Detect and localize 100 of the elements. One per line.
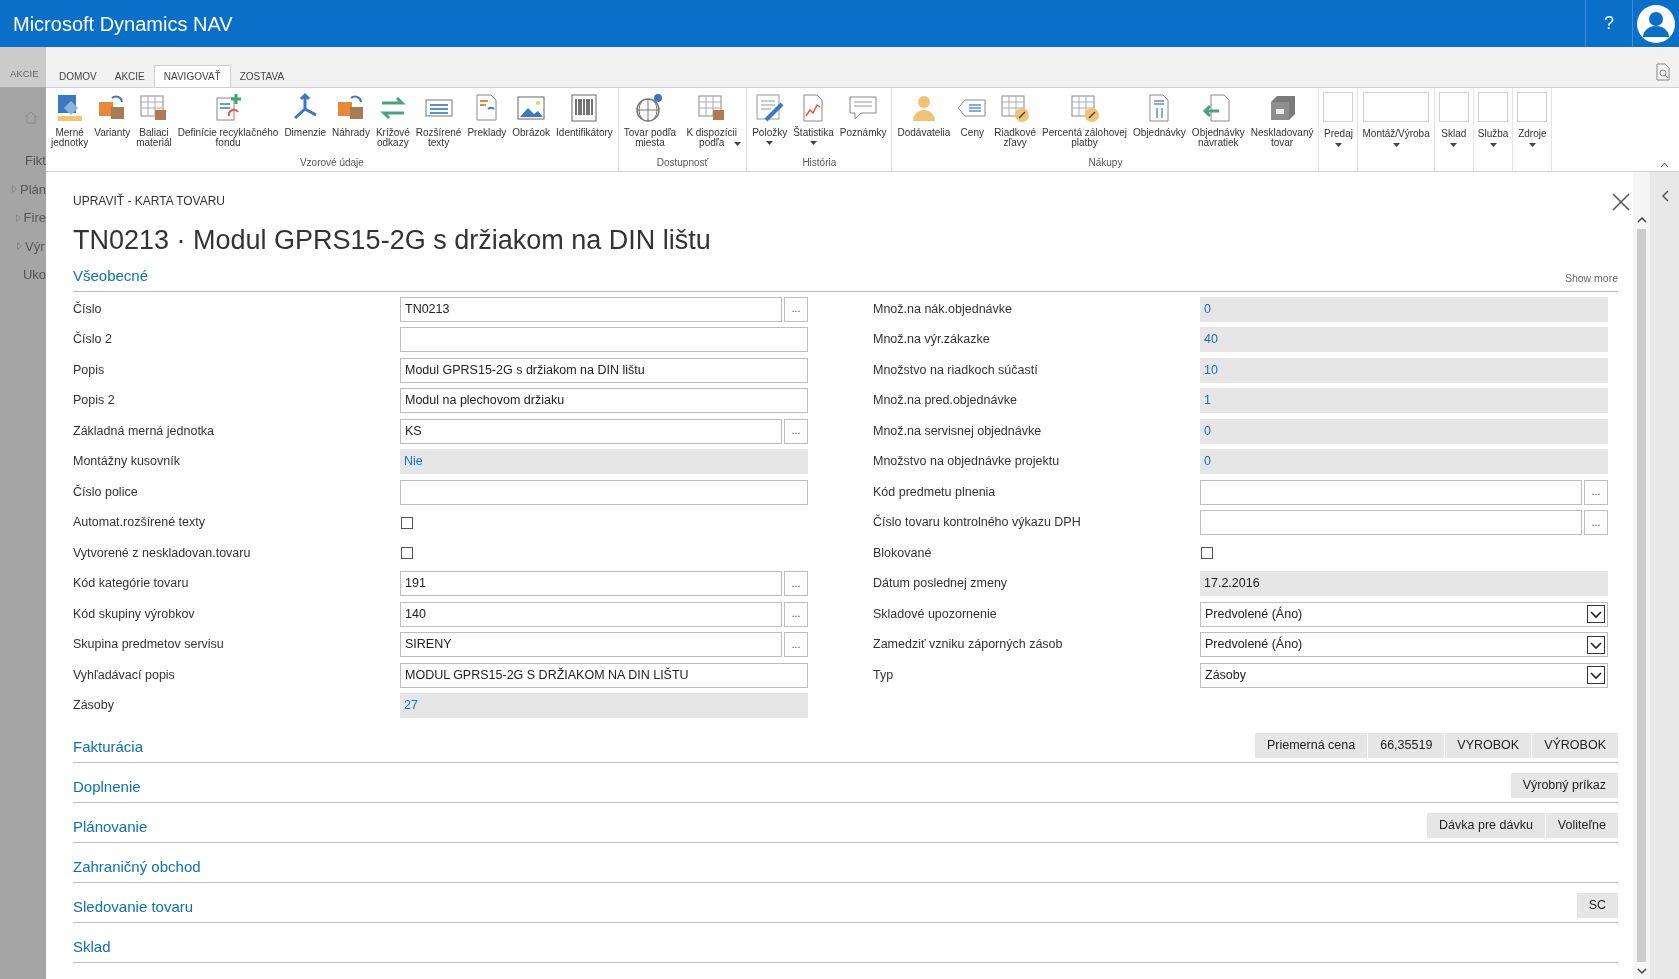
link-value[interactable]: 0 bbox=[1200, 296, 1608, 322]
lookup-button[interactable]: ... bbox=[784, 601, 808, 627]
section-title[interactable]: Sklad bbox=[73, 935, 111, 958]
scroll-up-icon[interactable] bbox=[1636, 216, 1647, 223]
dropdown-field[interactable]: Zásoby bbox=[1200, 662, 1608, 688]
section-title[interactable]: Fakturácia bbox=[73, 735, 144, 758]
link-value[interactable]: 1 bbox=[1200, 388, 1608, 414]
text-field[interactable]: Modul GPRS15-2G s držiakom na DIN lištu bbox=[400, 357, 808, 383]
avatar-icon[interactable] bbox=[1637, 4, 1675, 43]
lookup-button[interactable]: ... bbox=[784, 296, 808, 322]
ribbon-button[interactable]: Krížové odkazy bbox=[372, 88, 413, 148]
field-label: Množstvo na objednávke projektu bbox=[873, 453, 1061, 471]
ribbon-tab[interactable]: AKCIE bbox=[105, 65, 154, 87]
checkbox[interactable] bbox=[401, 547, 413, 560]
menu-button[interactable]: Služba bbox=[1473, 88, 1514, 171]
ribbon-button[interactable]: Dodávatelia bbox=[894, 88, 954, 138]
field-label: Číslo police bbox=[73, 483, 139, 501]
lookup-button[interactable]: ... bbox=[784, 632, 808, 658]
caret-icon bbox=[1450, 143, 1458, 147]
scroll-down-icon[interactable] bbox=[1636, 968, 1647, 975]
ribbon-button[interactable]: Merné jednotky bbox=[48, 88, 92, 148]
text-field[interactable]: Modul na plechovom držiaku bbox=[400, 388, 808, 414]
ribbon-button[interactable]: Preklady bbox=[464, 88, 510, 138]
chevron-down-icon bbox=[1587, 666, 1605, 685]
text-field[interactable]: SIRENY bbox=[400, 632, 782, 658]
field-label: Automat.rozšírené texty bbox=[73, 514, 206, 532]
caret-icon bbox=[1489, 143, 1497, 147]
ribbon-tab[interactable]: DOMOV bbox=[50, 65, 106, 87]
expand-arrow-icon bbox=[15, 213, 21, 222]
empty-icon-box bbox=[1438, 92, 1469, 122]
ribbon-button[interactable]: Dimenzie bbox=[281, 88, 330, 138]
link-value[interactable]: 40 bbox=[1200, 327, 1608, 353]
text-field[interactable] bbox=[1200, 510, 1582, 536]
ribbon-button[interactable]: Baliaci materiál bbox=[133, 88, 175, 148]
field-label: Skupina predmetov servisu bbox=[73, 636, 225, 654]
section-title[interactable]: Všeobecné bbox=[73, 264, 149, 287]
link-value[interactable]: 0 bbox=[1200, 449, 1608, 475]
section-title[interactable]: Zahraničný obchod bbox=[73, 855, 201, 878]
close-icon[interactable] bbox=[1611, 192, 1631, 212]
ribbon-tab[interactable]: ZOSTAVA bbox=[230, 65, 294, 87]
ribbon-button[interactable]: Náhrady bbox=[329, 88, 373, 138]
menu-button[interactable]: Zdroje bbox=[1513, 88, 1553, 171]
dropdown-field[interactable]: Predvolené (Áno) bbox=[1200, 601, 1608, 627]
search-document-icon[interactable] bbox=[1655, 63, 1671, 81]
link-value[interactable]: 10 bbox=[1200, 357, 1608, 383]
text-field[interactable]: 191 bbox=[400, 571, 782, 597]
text-field[interactable] bbox=[400, 327, 808, 353]
ribbon-button[interactable]: Položky bbox=[749, 88, 791, 145]
ribbon-button[interactable]: Objednávky návratiek bbox=[1188, 88, 1248, 148]
ribbon-button[interactable]: Objednávky bbox=[1130, 88, 1189, 138]
ribbon-button[interactable]: Poznámky bbox=[836, 88, 890, 138]
ribbon-button[interactable]: Varianty bbox=[91, 88, 134, 138]
ribbon-button[interactable]: K dispozícii podľa bbox=[679, 88, 745, 146]
ribbon-button[interactable]: Percentá zálohovej platby bbox=[1039, 88, 1131, 148]
text-field[interactable]: TN0213 bbox=[400, 296, 782, 322]
ribbon-button[interactable]: Rozšírené texty bbox=[412, 88, 465, 148]
text-field[interactable]: MODUL GPRS15-2G S DRŽIAKOM NA DIN LIŠTU bbox=[400, 662, 808, 688]
ribbon-button[interactable]: Štatistika bbox=[790, 88, 837, 145]
text-field[interactable]: 140 bbox=[400, 601, 782, 627]
menu-button[interactable]: Predaj bbox=[1319, 88, 1359, 171]
section-title[interactable]: Doplnenie bbox=[73, 775, 141, 798]
text-field[interactable] bbox=[1200, 479, 1582, 505]
lookup-button[interactable]: ... bbox=[784, 418, 808, 444]
pencil-document-icon bbox=[753, 92, 786, 124]
lookup-button[interactable]: ... bbox=[1584, 479, 1608, 505]
scrollbar[interactable] bbox=[1633, 172, 1650, 979]
lookup-button[interactable]: ... bbox=[1584, 510, 1608, 536]
checkbox[interactable] bbox=[1201, 547, 1213, 560]
expand-arrow-icon bbox=[11, 185, 17, 194]
section-title[interactable]: Sledovanie tovaru bbox=[73, 895, 194, 918]
ribbon-button[interactable]: Definície recyklačného fondu bbox=[174, 88, 282, 148]
text-field[interactable]: KS bbox=[400, 418, 782, 444]
scroll-thumb[interactable] bbox=[1637, 229, 1646, 962]
text-field[interactable] bbox=[400, 479, 808, 505]
lookup-button[interactable]: ... bbox=[784, 571, 808, 597]
section-title[interactable]: Plánovanie bbox=[73, 815, 148, 838]
summary-chip: Výrobný príkaz bbox=[1510, 773, 1618, 798]
collapse-icon[interactable] bbox=[1660, 162, 1669, 168]
link-value[interactable]: 0 bbox=[1200, 418, 1608, 444]
show-more-link[interactable]: Show more bbox=[1564, 271, 1618, 287]
empty-icon-box bbox=[1363, 92, 1430, 122]
ribbon-button[interactable]: Obrázok bbox=[509, 88, 554, 138]
menu-button[interactable]: Sklad bbox=[1434, 88, 1474, 171]
chevron-left-icon[interactable] bbox=[1660, 190, 1669, 202]
ribbon-button[interactable]: Neskladovaný tovar bbox=[1247, 88, 1317, 148]
ribbon-tab[interactable]: NAVIGOVAŤ bbox=[153, 65, 231, 87]
ribbon-button[interactable]: Identifikátory bbox=[553, 88, 616, 138]
group-label: Dostupnosť bbox=[655, 156, 710, 170]
dropdown-field[interactable]: Predvolené (Áno) bbox=[1200, 632, 1608, 658]
breadcrumb: UPRAVIŤ - KARTA TOVARU bbox=[73, 192, 226, 210]
ribbon-button[interactable]: Riadkové zľavy bbox=[991, 88, 1039, 148]
ribbon-button[interactable]: Ceny bbox=[953, 88, 992, 138]
checkbox[interactable] bbox=[401, 516, 413, 529]
ribbon-button[interactable]: Tovar podľa miesta bbox=[620, 88, 680, 148]
menu-button[interactable]: Montáž/Výroba bbox=[1358, 88, 1435, 171]
field-label: Kód skupiny výrobkov bbox=[73, 605, 196, 623]
group-label: História bbox=[801, 156, 838, 170]
link-value[interactable]: 27 bbox=[400, 693, 808, 719]
summary-chip: Voliteľne bbox=[1545, 813, 1618, 838]
link-value[interactable]: Nie bbox=[400, 449, 808, 475]
